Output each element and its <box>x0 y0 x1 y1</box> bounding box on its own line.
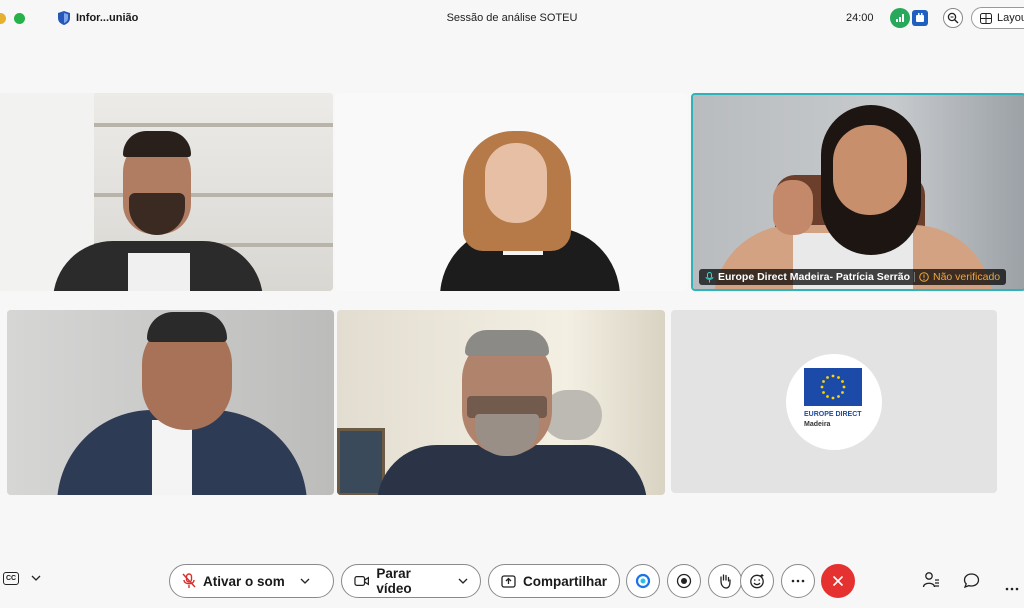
chat-button[interactable] <box>963 572 980 594</box>
eu-flag-icon <box>804 368 862 406</box>
close-icon <box>832 575 844 587</box>
more-panel-button[interactable] <box>1005 578 1019 596</box>
layout-label: Layout <box>997 12 1024 24</box>
signal-quality-icon[interactable] <box>890 8 910 28</box>
smiley-icon <box>750 574 764 589</box>
unmute-button[interactable]: Ativar o som <box>169 564 334 598</box>
video-tile-participant-4[interactable] <box>7 310 334 495</box>
raise-hand-icon <box>720 574 731 589</box>
share-button[interactable]: Compartilhar <box>488 564 620 598</box>
video-chevron-down-icon[interactable] <box>458 574 468 588</box>
participant-name: Europe Direct Madeira- Patrícia Serrão <box>718 271 910 283</box>
ellipsis-icon <box>1005 587 1019 591</box>
record-button[interactable] <box>667 564 701 598</box>
video-tile-active-speaker[interactable]: Europe Direct Madeira- Patrícia Serrão N… <box>691 93 1024 291</box>
title-bar: Infor...união Sessão de análise SOTEU 24… <box>0 0 1024 38</box>
chat-bubble-icon <box>963 573 980 589</box>
logo-title: EUROPE DIRECT <box>804 411 862 418</box>
video-tile-logo[interactable]: EUROPE DIRECT Madeira <box>671 310 997 493</box>
record-icon <box>676 573 692 589</box>
unmute-chevron-down-icon[interactable] <box>300 574 310 588</box>
video-tile-participant-1[interactable] <box>0 93 333 291</box>
active-speaker-nameplate: Europe Direct Madeira- Patrícia Serrão N… <box>699 269 1007 285</box>
warning-icon <box>919 272 929 282</box>
microphone-icon <box>705 271 714 282</box>
ellipsis-icon <box>791 579 805 583</box>
closed-captions-button[interactable]: CC <box>3 572 19 585</box>
ai-assistant-button[interactable] <box>626 564 660 598</box>
zoom-search-icon[interactable] <box>943 8 963 28</box>
participants-button[interactable] <box>922 571 940 594</box>
unmute-label: Ativar o som <box>203 573 285 589</box>
more-options-button[interactable] <box>781 564 815 598</box>
participants-icon <box>922 572 939 588</box>
logo-subtitle: Madeira <box>804 421 831 428</box>
share-screen-icon <box>501 574 516 588</box>
stop-video-label: Parar vídeo <box>376 566 412 596</box>
video-camera-icon <box>354 576 370 586</box>
meeting-info-icon[interactable] <box>912 10 928 26</box>
verification-status: Não verificado <box>933 271 1001 283</box>
end-call-button[interactable] <box>821 564 855 598</box>
nameplate-divider <box>914 272 915 282</box>
layout-grid-icon <box>980 12 992 24</box>
muted-microphone-icon <box>182 573 196 588</box>
raise-hand-button[interactable] <box>708 564 742 598</box>
ai-assistant-icon <box>635 573 651 589</box>
stop-video-button[interactable]: Parar vídeo <box>341 564 481 598</box>
video-tile-participant-5[interactable] <box>337 310 665 495</box>
share-label: Compartilhar <box>522 573 607 589</box>
meeting-timer: 24:00 <box>846 12 874 24</box>
layout-button[interactable]: Layout <box>971 7 1024 29</box>
video-tile-participant-2[interactable] <box>335 93 688 291</box>
reactions-button[interactable] <box>740 564 774 598</box>
avatar: EUROPE DIRECT Madeira <box>786 354 882 450</box>
captions-chevron-down-icon[interactable] <box>31 574 41 585</box>
